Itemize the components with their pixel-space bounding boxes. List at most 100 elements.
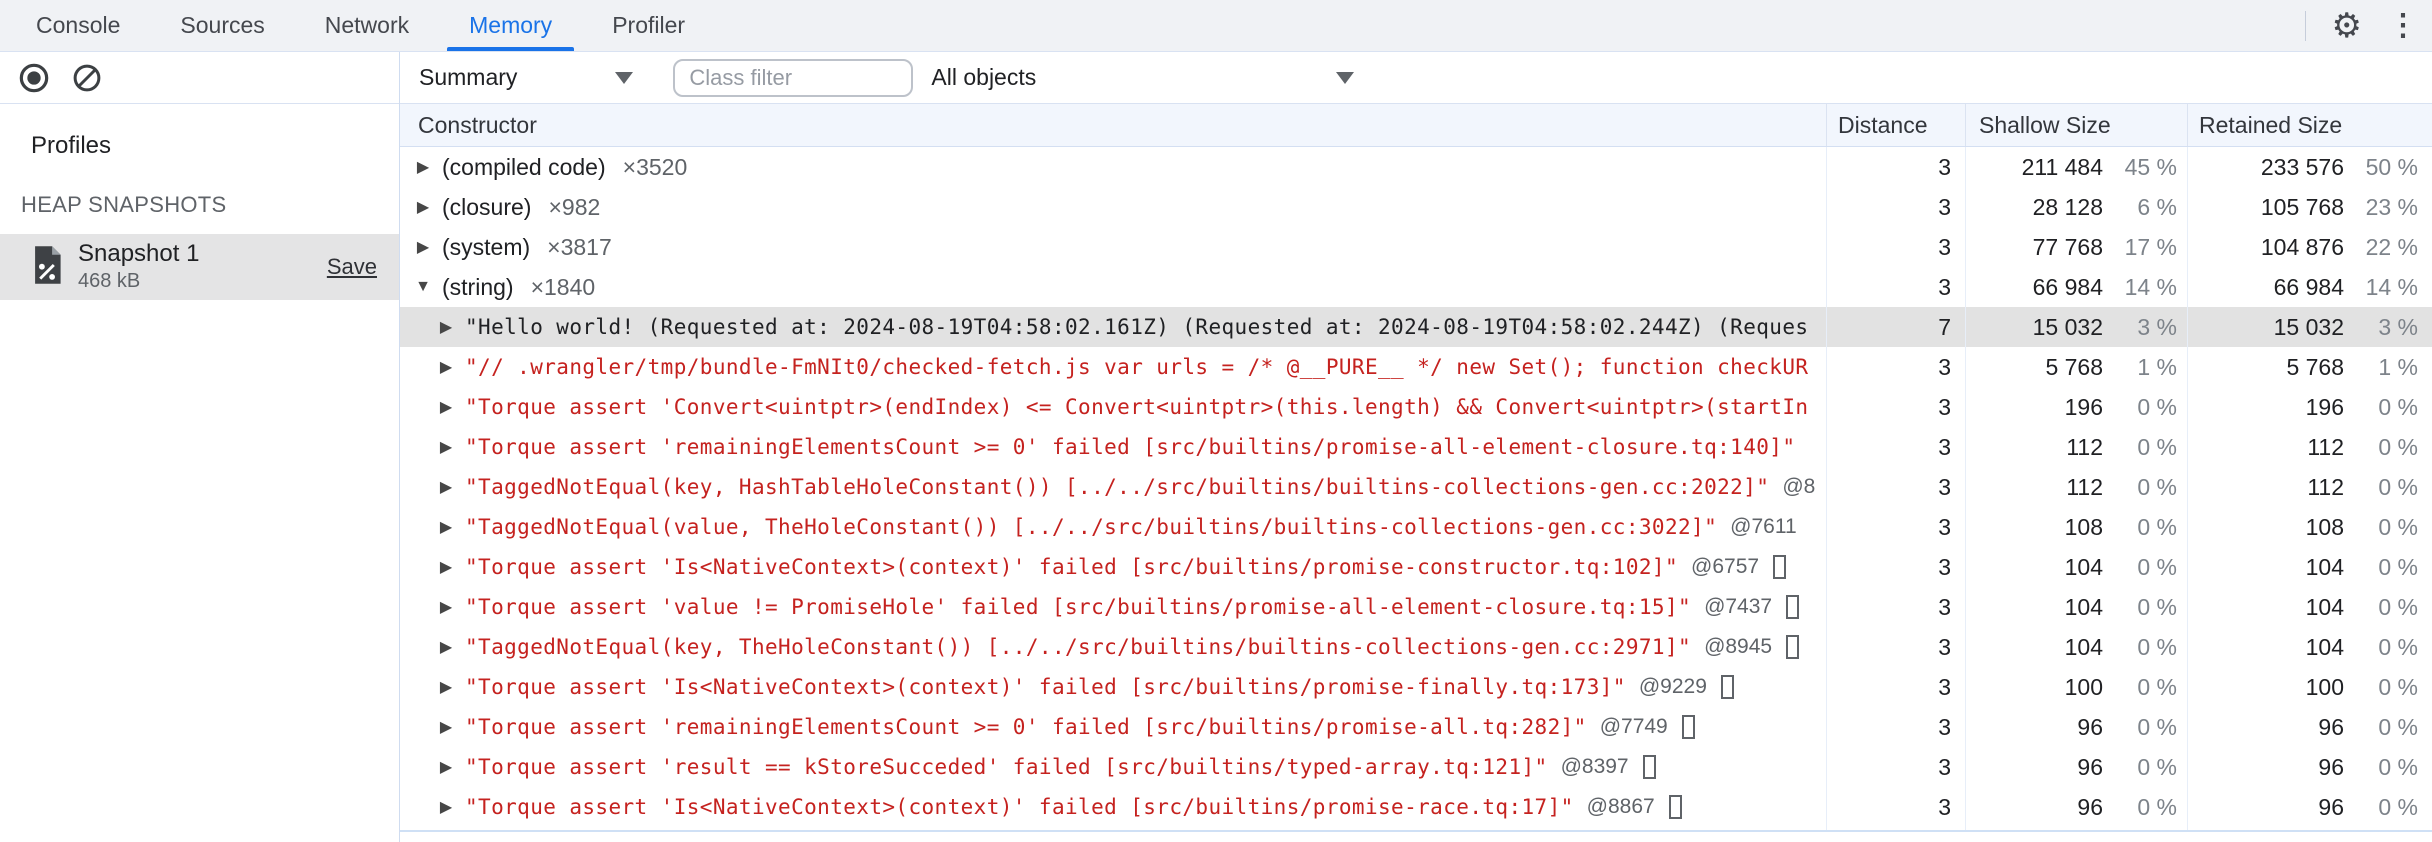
triangle-collapsed-icon[interactable]: ▶ bbox=[435, 797, 457, 817]
table-row[interactable]: ▶ "Torque assert 'result == kStoreSuccede… bbox=[400, 747, 2432, 787]
size-percent: 1 % bbox=[2137, 353, 2177, 380]
triangle-collapsed-icon[interactable]: ▶ bbox=[435, 757, 457, 777]
size-percent: 45 % bbox=[2124, 153, 2177, 180]
triangle-collapsed-icon[interactable]: ▶ bbox=[435, 637, 457, 657]
sidebar-item-snapshot-1[interactable]: Snapshot 1 468 kB Save bbox=[0, 234, 399, 300]
instance-count: ×3520 bbox=[622, 153, 688, 180]
save-snapshot-link[interactable]: Save bbox=[327, 254, 377, 280]
triangle-collapsed-icon[interactable]: ▶ bbox=[435, 597, 457, 617]
heap-snapshot-view: Summary All objects Constructor Distance… bbox=[400, 52, 2432, 842]
triangle-collapsed-icon[interactable]: ▶ bbox=[435, 437, 457, 457]
table-row[interactable]: ▶ "TaggedNotEqual(value, TheHoleConstant(… bbox=[400, 507, 2432, 547]
tab-console[interactable]: Console bbox=[6, 0, 150, 51]
table-row[interactable]: ▶ "// .wrangler/tmp/bundle-FmNIt0/checked… bbox=[400, 347, 2432, 387]
constructor-cell: ▶ "TaggedNotEqual(key, HashTableHoleConst… bbox=[400, 467, 1826, 507]
constructor-name: (string) bbox=[442, 273, 514, 300]
column-header-distance[interactable]: Distance bbox=[1826, 104, 1965, 146]
grid-header: Constructor Distance Shallow Size Retain… bbox=[400, 104, 2432, 147]
more-vertical-icon[interactable]: ⋮ bbox=[2388, 11, 2418, 41]
constructor-cell: ▶ "Torque assert 'Is<NativeContext>(conte… bbox=[400, 787, 1826, 827]
size-bytes: 108 bbox=[2305, 513, 2344, 540]
table-row[interactable]: ▶ "Torque assert 'remainingElementsCount … bbox=[400, 427, 2432, 467]
class-filter-input[interactable] bbox=[673, 58, 914, 97]
tabbar-right-controls: ⚙ ⋮ bbox=[2304, 0, 2418, 52]
table-row[interactable]: ▶ "TaggedNotEqual(key, TheHoleConstant())… bbox=[400, 627, 2432, 667]
table-row[interactable]: ▶ "Torque assert 'Is<NativeContext>(conte… bbox=[400, 667, 2432, 707]
table-row[interactable]: ▶ "TaggedNotEqual(key, HashTableHoleConst… bbox=[400, 467, 2432, 507]
triangle-collapsed-icon[interactable]: ▶ bbox=[435, 397, 457, 417]
size-bytes: 104 bbox=[2064, 553, 2103, 580]
clear-profiles-icon[interactable] bbox=[72, 63, 102, 93]
retained-size-cell: 96 0 % bbox=[2187, 794, 2432, 821]
table-row[interactable]: ▶ "Torque assert 'value != PromiseHole' f… bbox=[400, 587, 2432, 627]
size-bytes: 5 768 bbox=[2286, 353, 2344, 380]
size-percent: 0 % bbox=[2137, 553, 2177, 580]
size-percent: 1 % bbox=[2378, 353, 2418, 380]
table-row[interactable]: ▶ "Torque assert 'Is<NativeContext>(conte… bbox=[400, 547, 2432, 587]
triangle-collapsed-icon[interactable]: ▶ bbox=[435, 517, 457, 537]
triangle-collapsed-icon[interactable]: ▶ bbox=[412, 197, 434, 217]
table-row[interactable]: ▶ "Torque assert 'remainingElementsCount … bbox=[400, 707, 2432, 747]
retained-size-cell: 108 0 % bbox=[2187, 514, 2432, 541]
triangle-collapsed-icon[interactable]: ▶ bbox=[435, 557, 457, 577]
triangle-collapsed-icon[interactable]: ▶ bbox=[435, 477, 457, 497]
shallow-size-cell: 28 128 6 % bbox=[1965, 194, 2187, 221]
size-percent: 50 % bbox=[2365, 153, 2418, 180]
constructor-cell: ▶ "TaggedNotEqual(value, TheHoleConstant(… bbox=[400, 507, 1826, 547]
devtools-tabbar: Console Sources Network Memory Profiler ⚙ ⋮ bbox=[0, 0, 2432, 52]
size-bytes: 66 984 bbox=[2032, 273, 2103, 300]
constructor-name: (closure) bbox=[442, 193, 532, 220]
distance-cell: 3 bbox=[1938, 393, 1951, 420]
distance-cell: 3 bbox=[1938, 153, 1951, 180]
shallow-size-cell: 96 0 % bbox=[1965, 714, 2187, 741]
missing-glyph-box-icon bbox=[1720, 675, 1734, 699]
heap-snapshots-section-label: HEAP SNAPSHOTS bbox=[21, 192, 227, 217]
tab-sources[interactable]: Sources bbox=[150, 0, 294, 51]
column-header-shallow-size[interactable]: Shallow Size bbox=[1965, 104, 2187, 146]
triangle-collapsed-icon[interactable]: ▶ bbox=[435, 317, 457, 337]
perspective-select[interactable]: Summary bbox=[419, 64, 634, 91]
table-row[interactable]: ▶ (closure) ×982 3 28 128 6 % 105 768 23 % bbox=[400, 187, 2432, 227]
triangle-collapsed-icon[interactable]: ▶ bbox=[412, 157, 434, 177]
constructor-cell: ▶ "Torque assert 'Is<NativeContext>(conte… bbox=[400, 547, 1826, 587]
triangle-expanded-icon[interactable]: ▼ bbox=[412, 278, 434, 296]
record-heap-snapshot-icon[interactable] bbox=[18, 62, 50, 94]
size-bytes: 112 bbox=[2066, 433, 2103, 460]
tab-network[interactable]: Network bbox=[295, 0, 439, 51]
column-divider bbox=[1826, 147, 1827, 830]
table-row[interactable]: ▶ (compiled code) ×3520 3 211 484 45 % 233 576… bbox=[400, 147, 2432, 187]
missing-glyph-box-icon bbox=[1668, 795, 1682, 819]
column-divider bbox=[1965, 147, 1966, 830]
constructor-cell: ▶ "Torque assert 'value != PromiseHole' f… bbox=[400, 587, 1826, 627]
shallow-size-cell: 77 768 17 % bbox=[1965, 234, 2187, 261]
distance-cell: 3 bbox=[1938, 713, 1951, 740]
table-row[interactable]: ▶ "Torque assert 'Is<NativeContext>(conte… bbox=[400, 787, 2432, 827]
size-percent: 0 % bbox=[2137, 673, 2177, 700]
retained-size-cell: 105 768 23 % bbox=[2187, 194, 2432, 221]
tab-memory[interactable]: Memory bbox=[439, 0, 582, 51]
column-header-constructor[interactable]: Constructor bbox=[400, 104, 1826, 146]
triangle-collapsed-icon[interactable]: ▶ bbox=[435, 717, 457, 737]
size-bytes: 77 768 bbox=[2032, 233, 2103, 260]
column-divider bbox=[2187, 147, 2188, 830]
column-header-retained-size[interactable]: Retained Size bbox=[2187, 104, 2432, 146]
triangle-collapsed-icon[interactable]: ▶ bbox=[435, 357, 457, 377]
table-row[interactable]: ▶ "Hello world! (Requested at: 2024-08-19… bbox=[400, 307, 2432, 347]
size-percent: 23 % bbox=[2365, 193, 2418, 220]
size-bytes: 105 768 bbox=[2260, 193, 2344, 220]
distance-cell: 3 bbox=[1938, 513, 1951, 540]
triangle-collapsed-icon[interactable]: ▶ bbox=[435, 677, 457, 697]
table-row[interactable]: ▶ (system) ×3817 3 77 768 17 % 104 876 22 % bbox=[400, 227, 2432, 267]
size-bytes: 96 bbox=[2318, 753, 2344, 780]
object-id: @6757 bbox=[1691, 555, 1760, 578]
triangle-collapsed-icon[interactable]: ▶ bbox=[412, 237, 434, 257]
distance-cell: 3 bbox=[1938, 273, 1951, 300]
settings-gear-icon[interactable]: ⚙ bbox=[2332, 9, 2362, 43]
constructor-cell: ▶ "TaggedNotEqual(key, TheHoleConstant())… bbox=[400, 627, 1826, 667]
table-row[interactable]: ▼ (string) ×1840 3 66 984 14 % 66 984 14 % bbox=[400, 267, 2432, 307]
string-value: "TaggedNotEqual(key, TheHoleConstant()) … bbox=[465, 635, 1692, 659]
object-filter-select[interactable]: All objects bbox=[931, 64, 1355, 91]
tab-profiler[interactable]: Profiler bbox=[582, 0, 715, 51]
string-value: "Torque assert 'remainingElementsCount >… bbox=[465, 715, 1587, 739]
table-row[interactable]: ▶ "Torque assert 'Convert<uintptr>(endInd… bbox=[400, 387, 2432, 427]
